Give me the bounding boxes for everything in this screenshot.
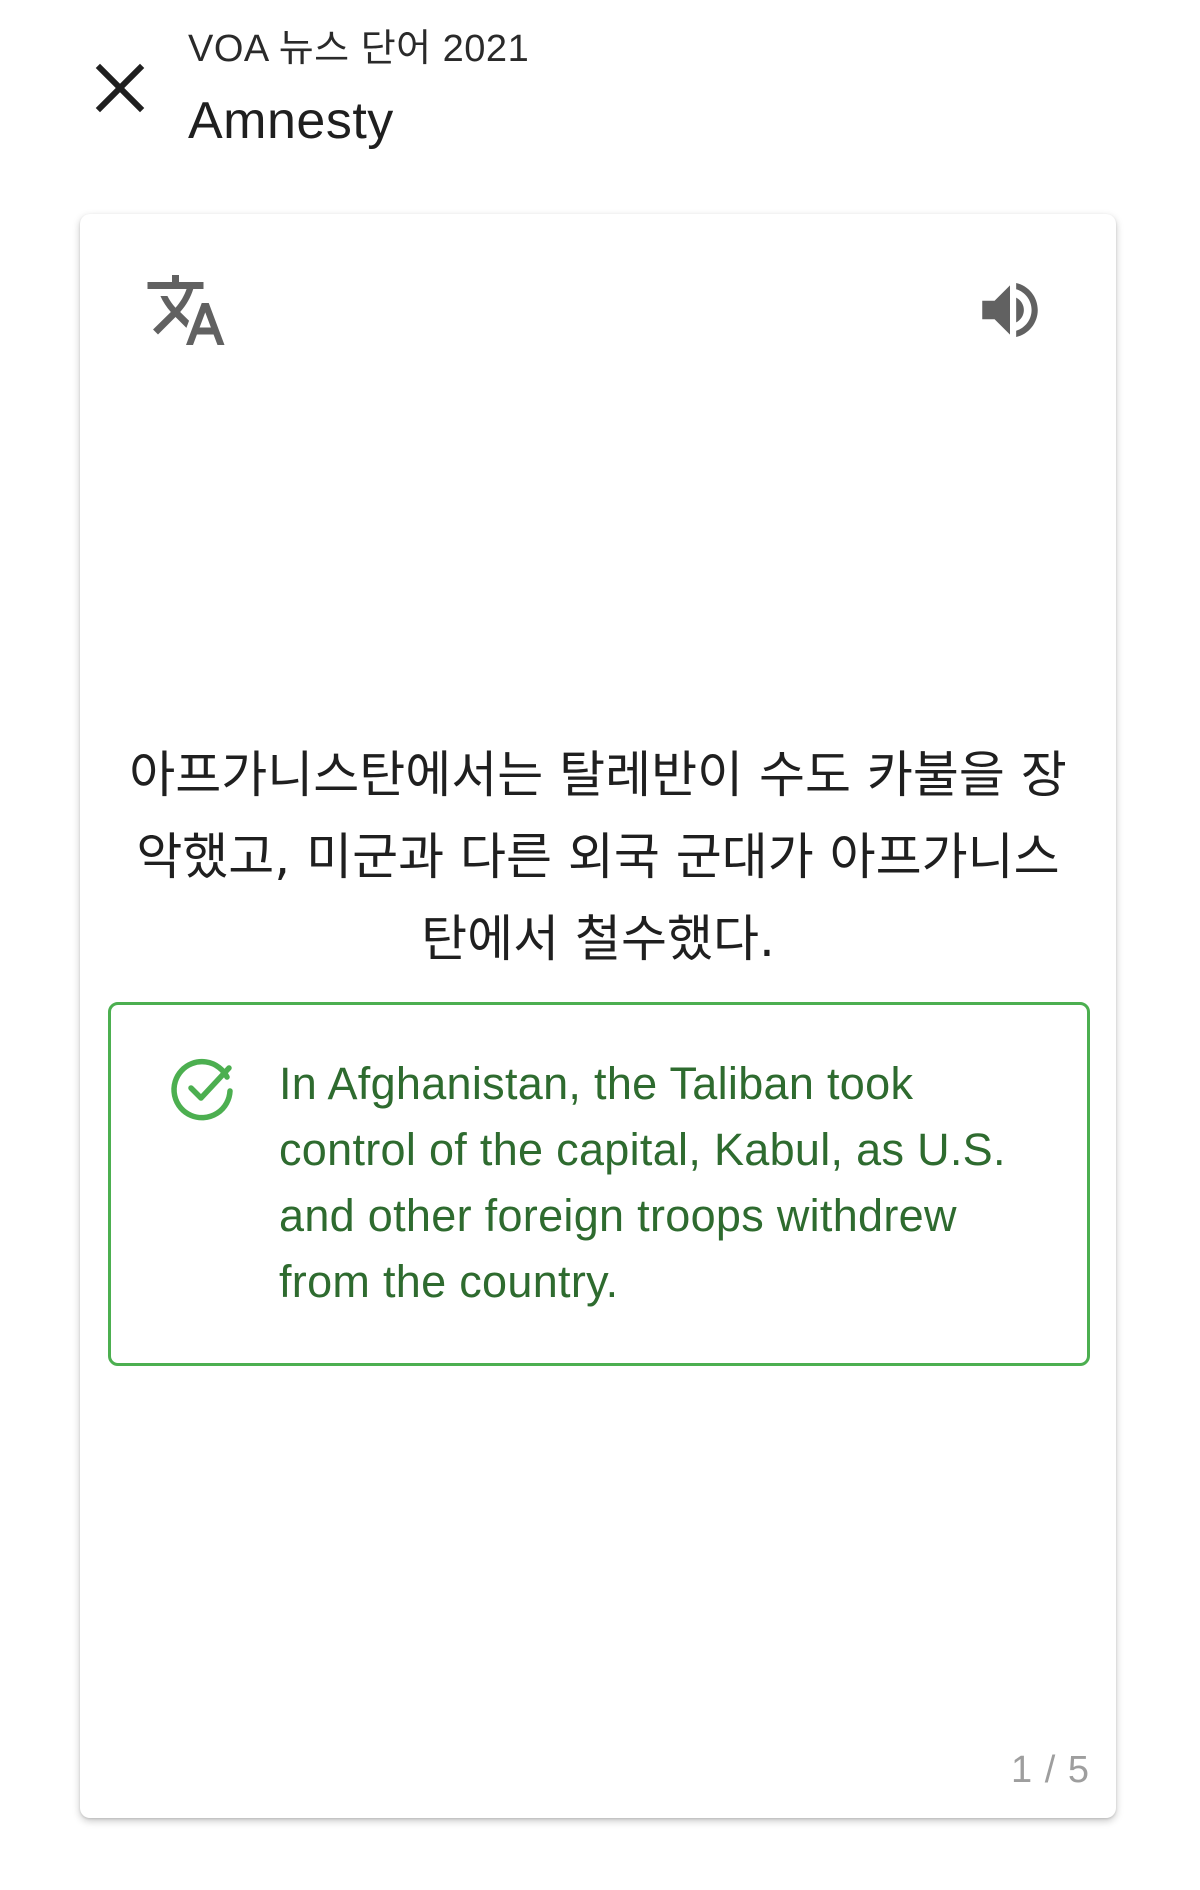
volume-up-icon — [982, 282, 1038, 338]
speaker-button[interactable] — [970, 270, 1050, 350]
deck-name: VOA 뉴스 단어 2021 — [188, 28, 530, 70]
header: VOA 뉴스 단어 2021 Amnesty — [188, 22, 529, 152]
translate-icon — [147, 275, 225, 345]
translate-button[interactable] — [140, 264, 232, 356]
check-circle-icon — [171, 1058, 233, 1121]
example-sentence-korean: 아프가니스탄에서는 탈레반이 수도 카불을 장악했고, 미군과 다른 외국 군대… — [129, 746, 1067, 968]
close-button[interactable] — [84, 52, 156, 124]
flashcard[interactable]: 아프가니스탄에서는 탈레반이 수도 카불을 장악했고, 미군과 다른 외국 군대… — [80, 214, 1116, 1818]
page-indicator: 1 / 5 — [1011, 1749, 1090, 1791]
answer-box: In Afghanistan, the Taliban took control… — [108, 1002, 1090, 1366]
close-icon — [95, 63, 145, 113]
answer-text-english: In Afghanistan, the Taliban took control… — [279, 1058, 1006, 1307]
word-title: Amnesty — [188, 92, 394, 150]
